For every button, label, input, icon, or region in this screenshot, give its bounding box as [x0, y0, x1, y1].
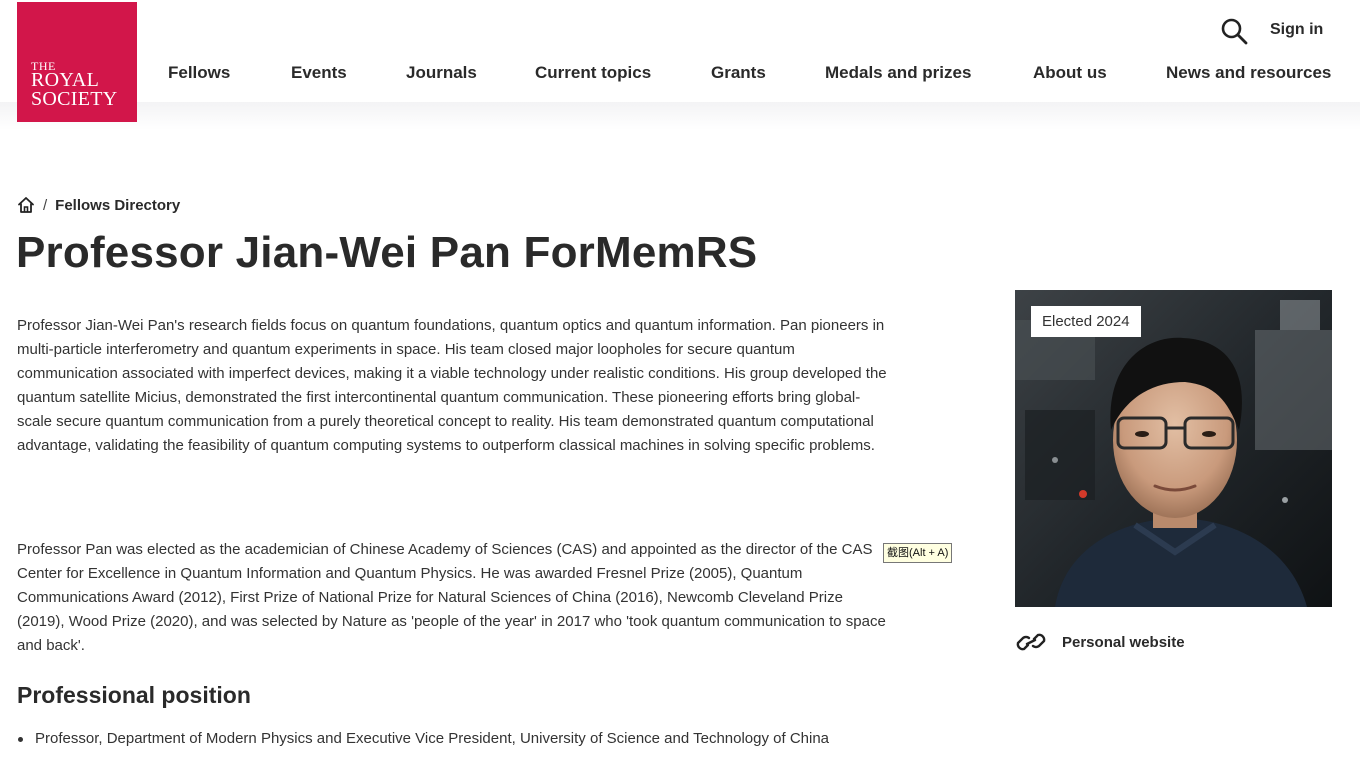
home-icon[interactable] — [17, 196, 35, 214]
royal-society-logo[interactable]: THE ROYAL SOCIETY — [17, 2, 137, 122]
page-title: Professor Jian-Wei Pan ForMemRS — [16, 228, 758, 277]
site-header — [0, 0, 1360, 102]
nav-item-medals-and-prizes[interactable]: Medals and prizes — [825, 63, 971, 83]
nav-item-events[interactable]: Events — [291, 63, 347, 83]
search-icon[interactable] — [1220, 17, 1248, 45]
nav-item-fellows[interactable]: Fellows — [168, 63, 230, 83]
breadcrumb-fellows-directory[interactable]: Fellows Directory — [55, 197, 180, 214]
bio-paragraph-1: Professor Jian-Wei Pan's research fields… — [17, 317, 887, 454]
link-icon — [1016, 633, 1046, 651]
screenshot-tooltip: 截图(Alt + A) — [883, 543, 953, 563]
bio-paragraph-2: Professor Pan was elected as the academi… — [17, 541, 886, 654]
nav-item-grants[interactable]: Grants — [711, 63, 766, 83]
breadcrumb: / Fellows Directory — [17, 195, 180, 215]
logo-line-society: SOCIETY — [31, 88, 118, 110]
portrait-image — [1015, 290, 1332, 607]
header-shadow — [0, 102, 1360, 130]
list-item: Professor, Department of Modern Physics … — [17, 728, 829, 750]
personal-website-link[interactable]: Personal website — [1015, 628, 1185, 656]
breadcrumb-separator: / — [43, 196, 48, 214]
nav-item-journals[interactable]: Journals — [406, 63, 477, 83]
personal-website-label: Personal website — [1062, 633, 1185, 651]
position-list: Professor, Department of Modern Physics … — [17, 728, 829, 750]
nav-item-news-and-resources[interactable]: News and resources — [1166, 63, 1331, 83]
sign-in-link[interactable]: Sign in — [1270, 21, 1323, 39]
elected-badge: Elected 2024 — [1031, 306, 1141, 337]
professional-position-heading: Professional position — [17, 682, 251, 708]
logo-line-royal: ROYAL — [31, 69, 100, 91]
nav-item-about-us[interactable]: About us — [1033, 63, 1107, 83]
fellow-portrait: Elected 2024 — [1015, 290, 1332, 607]
nav-item-current-topics[interactable]: Current topics — [535, 63, 651, 83]
